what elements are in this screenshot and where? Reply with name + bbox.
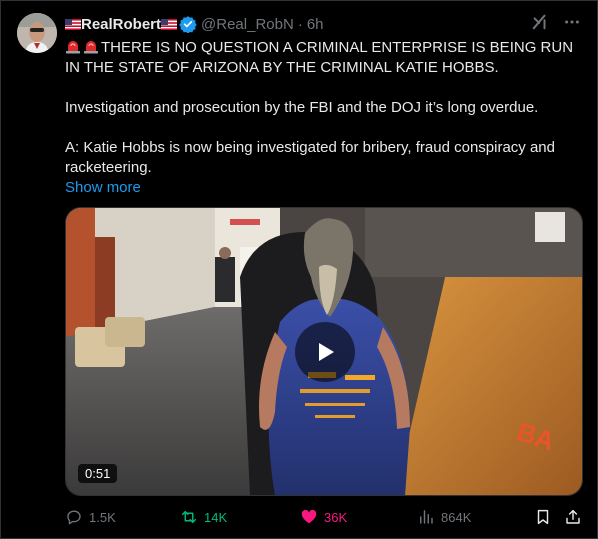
- share-button[interactable]: [564, 508, 582, 526]
- author-display-name[interactable]: RealRobert: [81, 16, 161, 33]
- siren-icon: [66, 41, 80, 54]
- like-count: 36K: [324, 509, 348, 525]
- like-icon: [301, 509, 317, 524]
- tweet-header: RealRobert @Real_RobN · 6h: [65, 14, 324, 34]
- video-duration: 0:51: [78, 464, 118, 483]
- reply-icon: [67, 510, 81, 525]
- tweet-text: THERE IS NO QUESTION A CRIMINAL ENTERPRI…: [65, 38, 583, 198]
- bookmark-button[interactable]: [534, 508, 552, 526]
- verified-badge-icon: [179, 16, 197, 33]
- repost-icon: [181, 511, 197, 523]
- share-icon: [566, 509, 580, 524]
- views-count: 864K: [441, 509, 472, 525]
- repost-button[interactable]: 14K: [180, 508, 227, 526]
- tweet-timestamp[interactable]: 6h: [307, 16, 324, 33]
- tweet-paragraph-3: A: Katie Hobbs is now being investigated…: [65, 139, 555, 176]
- separator-dot: ·: [297, 15, 303, 33]
- show-more-link[interactable]: Show more: [65, 178, 583, 198]
- tweet-paragraph-1-text: THERE IS NO QUESTION A CRIMINAL ENTERPRI…: [65, 39, 574, 76]
- video-player[interactable]: BA 0:51: [65, 207, 583, 496]
- views-button[interactable]: 864K: [417, 508, 471, 526]
- repost-count: 14K: [204, 509, 228, 525]
- siren-icon: [84, 41, 98, 54]
- flag-us-icon: [161, 18, 178, 30]
- play-icon: [319, 343, 334, 361]
- tweet-card[interactable]: RealRobert @Real_RobN · 6h THERE IS NO Q…: [0, 0, 598, 539]
- like-button[interactable]: 36K: [300, 508, 347, 526]
- tweet-paragraph-2: Investigation and prosecution by the FBI…: [65, 99, 539, 116]
- tweet-top-actions: [531, 13, 581, 31]
- flag-us-icon: [65, 18, 81, 30]
- author-handle[interactable]: @Real_RobN: [201, 16, 294, 33]
- bookmark-icon: [537, 509, 549, 525]
- tweet-paragraph-1: THERE IS NO QUESTION A CRIMINAL ENTERPRI…: [65, 38, 583, 78]
- avatar[interactable]: [17, 13, 57, 53]
- avatar-image: [17, 13, 57, 53]
- play-button[interactable]: [295, 322, 355, 382]
- reply-button[interactable]: 1.5K: [65, 508, 116, 526]
- tweet-actions: 1.5K 14K 36K 864K: [65, 508, 583, 530]
- reply-count: 1.5K: [89, 509, 116, 525]
- grok-icon[interactable]: [531, 13, 549, 31]
- views-icon: [420, 510, 433, 524]
- more-icon[interactable]: [563, 13, 581, 31]
